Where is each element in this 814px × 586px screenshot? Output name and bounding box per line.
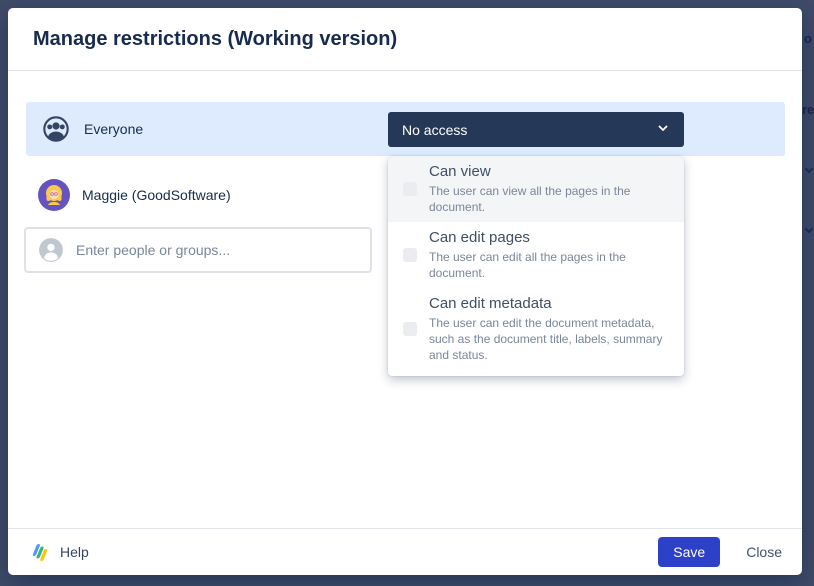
save-button[interactable]: Save (658, 537, 720, 567)
chevron-down-icon (656, 121, 670, 138)
user-avatar (38, 179, 70, 211)
checkbox-icon (403, 248, 417, 262)
menu-item-description: The user can edit the document metadata,… (429, 315, 670, 364)
people-search-input[interactable] (76, 242, 370, 258)
group-icon (40, 113, 72, 145)
backdrop-text-fragment: o (804, 31, 812, 46)
backdrop-chevron-fragment (805, 225, 813, 233)
menu-item-description: The user can view all the pages in the d… (429, 183, 670, 215)
manage-restrictions-dialog: Manage restrictions (Working version) Ev… (8, 8, 802, 575)
access-dropdown-value: No access (402, 122, 467, 138)
menu-item-can-edit-pages[interactable]: Can edit pages The user can edit all the… (388, 222, 684, 288)
menu-item-title: Can view (429, 163, 670, 182)
page-background: o re Manage restrictions (Working versio… (0, 0, 814, 586)
dialog-header: Manage restrictions (Working version) (8, 8, 802, 71)
menu-item-title: Can edit metadata (429, 295, 670, 314)
people-search-field (24, 227, 372, 273)
help-link[interactable]: Help (28, 543, 89, 562)
dialog-footer: Help Save Close (8, 528, 802, 575)
user-label: Maggie (GoodSoftware) (82, 187, 231, 203)
restriction-row-user[interactable]: Maggie (GoodSoftware) (26, 168, 386, 222)
help-label: Help (60, 544, 89, 560)
access-dropdown-button[interactable]: No access (388, 112, 684, 147)
backdrop-text-fragment: re (802, 102, 814, 117)
everyone-label: Everyone (84, 121, 143, 137)
dialog-title: Manage restrictions (Working version) (33, 28, 397, 51)
access-dropdown-menu: Can view The user can view all the pages… (388, 156, 684, 376)
backdrop-chevron-fragment (805, 165, 813, 173)
menu-item-title: Can edit pages (429, 229, 670, 248)
menu-item-description: The user can edit all the pages in the d… (429, 249, 670, 281)
help-brand-icon (28, 543, 50, 562)
person-placeholder-icon (38, 237, 64, 263)
checkbox-icon (403, 182, 417, 196)
checkbox-icon (403, 322, 417, 336)
menu-item-can-view[interactable]: Can view The user can view all the pages… (388, 156, 684, 222)
menu-item-can-edit-metadata[interactable]: Can edit metadata The user can edit the … (388, 288, 684, 375)
close-button[interactable]: Close (746, 544, 782, 560)
